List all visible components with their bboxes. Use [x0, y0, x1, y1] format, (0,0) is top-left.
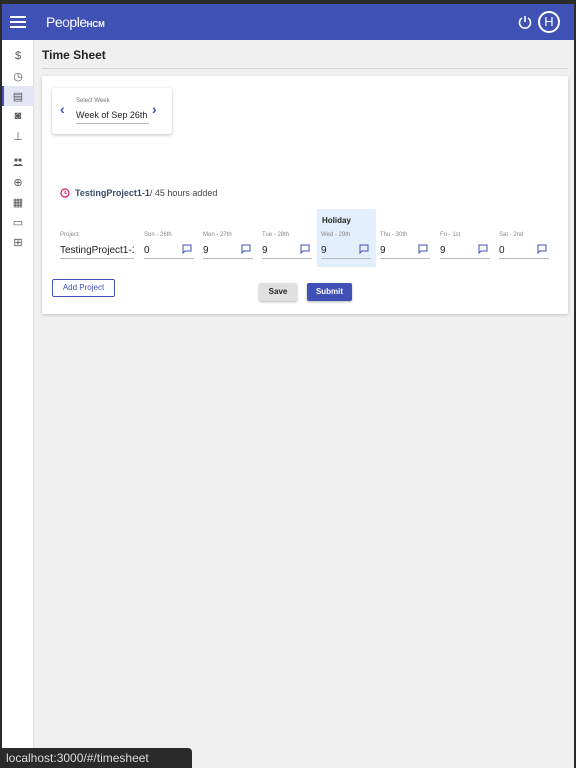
globe-icon[interactable]: ⊕	[2, 172, 34, 192]
day-field-sat[interactable]: Sat - 2nd 0	[499, 232, 549, 262]
power-icon[interactable]	[517, 14, 533, 30]
day-label: Sun - 26th	[144, 232, 172, 238]
comment-icon[interactable]	[241, 244, 251, 254]
week-selector-input[interactable]: Week of Sep 26th	[76, 110, 149, 124]
menu-icon[interactable]	[10, 13, 26, 31]
save-button[interactable]: Save	[259, 283, 297, 301]
app-logo[interactable]: PeopleHCM	[46, 14, 105, 30]
app-window: PeopleHCM H $ ◷ ▤ ◙ ⊥ ⊕ ▦ ▭ ⊞ Time Sheet…	[2, 4, 574, 768]
day-label: Wed - 29th	[321, 232, 351, 238]
tree-icon[interactable]: ⊥	[2, 126, 34, 146]
day-label: Thu - 30th	[380, 232, 408, 238]
calendar-add-icon[interactable]: ⊞	[2, 232, 34, 252]
day-field-mon[interactable]: Mon - 27th 9	[203, 232, 253, 262]
user-avatar[interactable]: H	[538, 11, 560, 33]
project-field-value[interactable]: TestingProject1-1	[60, 245, 134, 259]
comment-icon[interactable]	[418, 244, 428, 254]
holiday-label: Holiday	[322, 216, 351, 225]
day-label: Fri - 1st	[440, 232, 461, 238]
day-label: Sat - 2nd	[499, 232, 524, 238]
comment-icon[interactable]	[359, 244, 369, 254]
page-title: Time Sheet	[42, 48, 568, 69]
next-week-chevron-icon[interactable]: ›	[152, 101, 157, 117]
alarm-clock-icon	[60, 188, 70, 198]
comment-icon[interactable]	[300, 244, 310, 254]
week-selector-label: Select Week	[76, 98, 110, 104]
day-label: Tue - 28th	[262, 232, 290, 238]
dollar-icon[interactable]: $	[2, 46, 34, 66]
summary-hours-text: / 45 hours added	[149, 188, 218, 198]
day-field-tue[interactable]: Tue - 28th 9	[262, 232, 312, 262]
main-content: Time Sheet ‹ Select Week Week of Sep 26t…	[42, 48, 568, 314]
comment-icon[interactable]	[537, 244, 547, 254]
clock-icon[interactable]: ◷	[2, 66, 34, 86]
comment-icon[interactable]	[182, 244, 192, 254]
timesheet-icon[interactable]: ▤	[2, 86, 34, 106]
list-icon[interactable]: ▦	[2, 192, 34, 212]
prev-week-chevron-icon[interactable]: ‹	[60, 101, 65, 117]
day-field-fri[interactable]: Fri - 1st 9	[440, 232, 490, 262]
add-project-button[interactable]: Add Project	[52, 279, 115, 297]
timesheet-card: ‹ Select Week Week of Sep 26th › Testing…	[42, 76, 568, 314]
browser-status-url: localhost:3000/#/timesheet	[0, 748, 192, 768]
hours-summary: TestingProject1-1 / 45 hours added	[60, 188, 217, 198]
submit-button[interactable]: Submit	[307, 283, 352, 301]
summary-project-name: TestingProject1-1	[75, 188, 150, 198]
day-label: Mon - 27th	[203, 232, 232, 238]
project-field-label: Project	[60, 232, 79, 238]
sidebar-nav: $ ◷ ▤ ◙ ⊥ ⊕ ▦ ▭ ⊞	[2, 40, 34, 768]
day-field-sun[interactable]: Sun - 26th 0	[144, 232, 194, 262]
people-glyph	[13, 158, 23, 166]
comment-icon[interactable]	[478, 244, 488, 254]
people-icon[interactable]	[2, 152, 34, 172]
project-field[interactable]: Project TestingProject1-1	[60, 232, 134, 262]
day-field-wed[interactable]: Wed - 29th 9	[321, 232, 371, 262]
day-field-thu[interactable]: Thu - 30th 9	[380, 232, 430, 262]
id-card-icon[interactable]: ◙	[2, 106, 34, 126]
top-app-bar: PeopleHCM H	[2, 4, 574, 40]
briefcase-icon[interactable]: ▭	[2, 212, 34, 232]
week-selector: ‹ Select Week Week of Sep 26th ›	[52, 88, 172, 134]
